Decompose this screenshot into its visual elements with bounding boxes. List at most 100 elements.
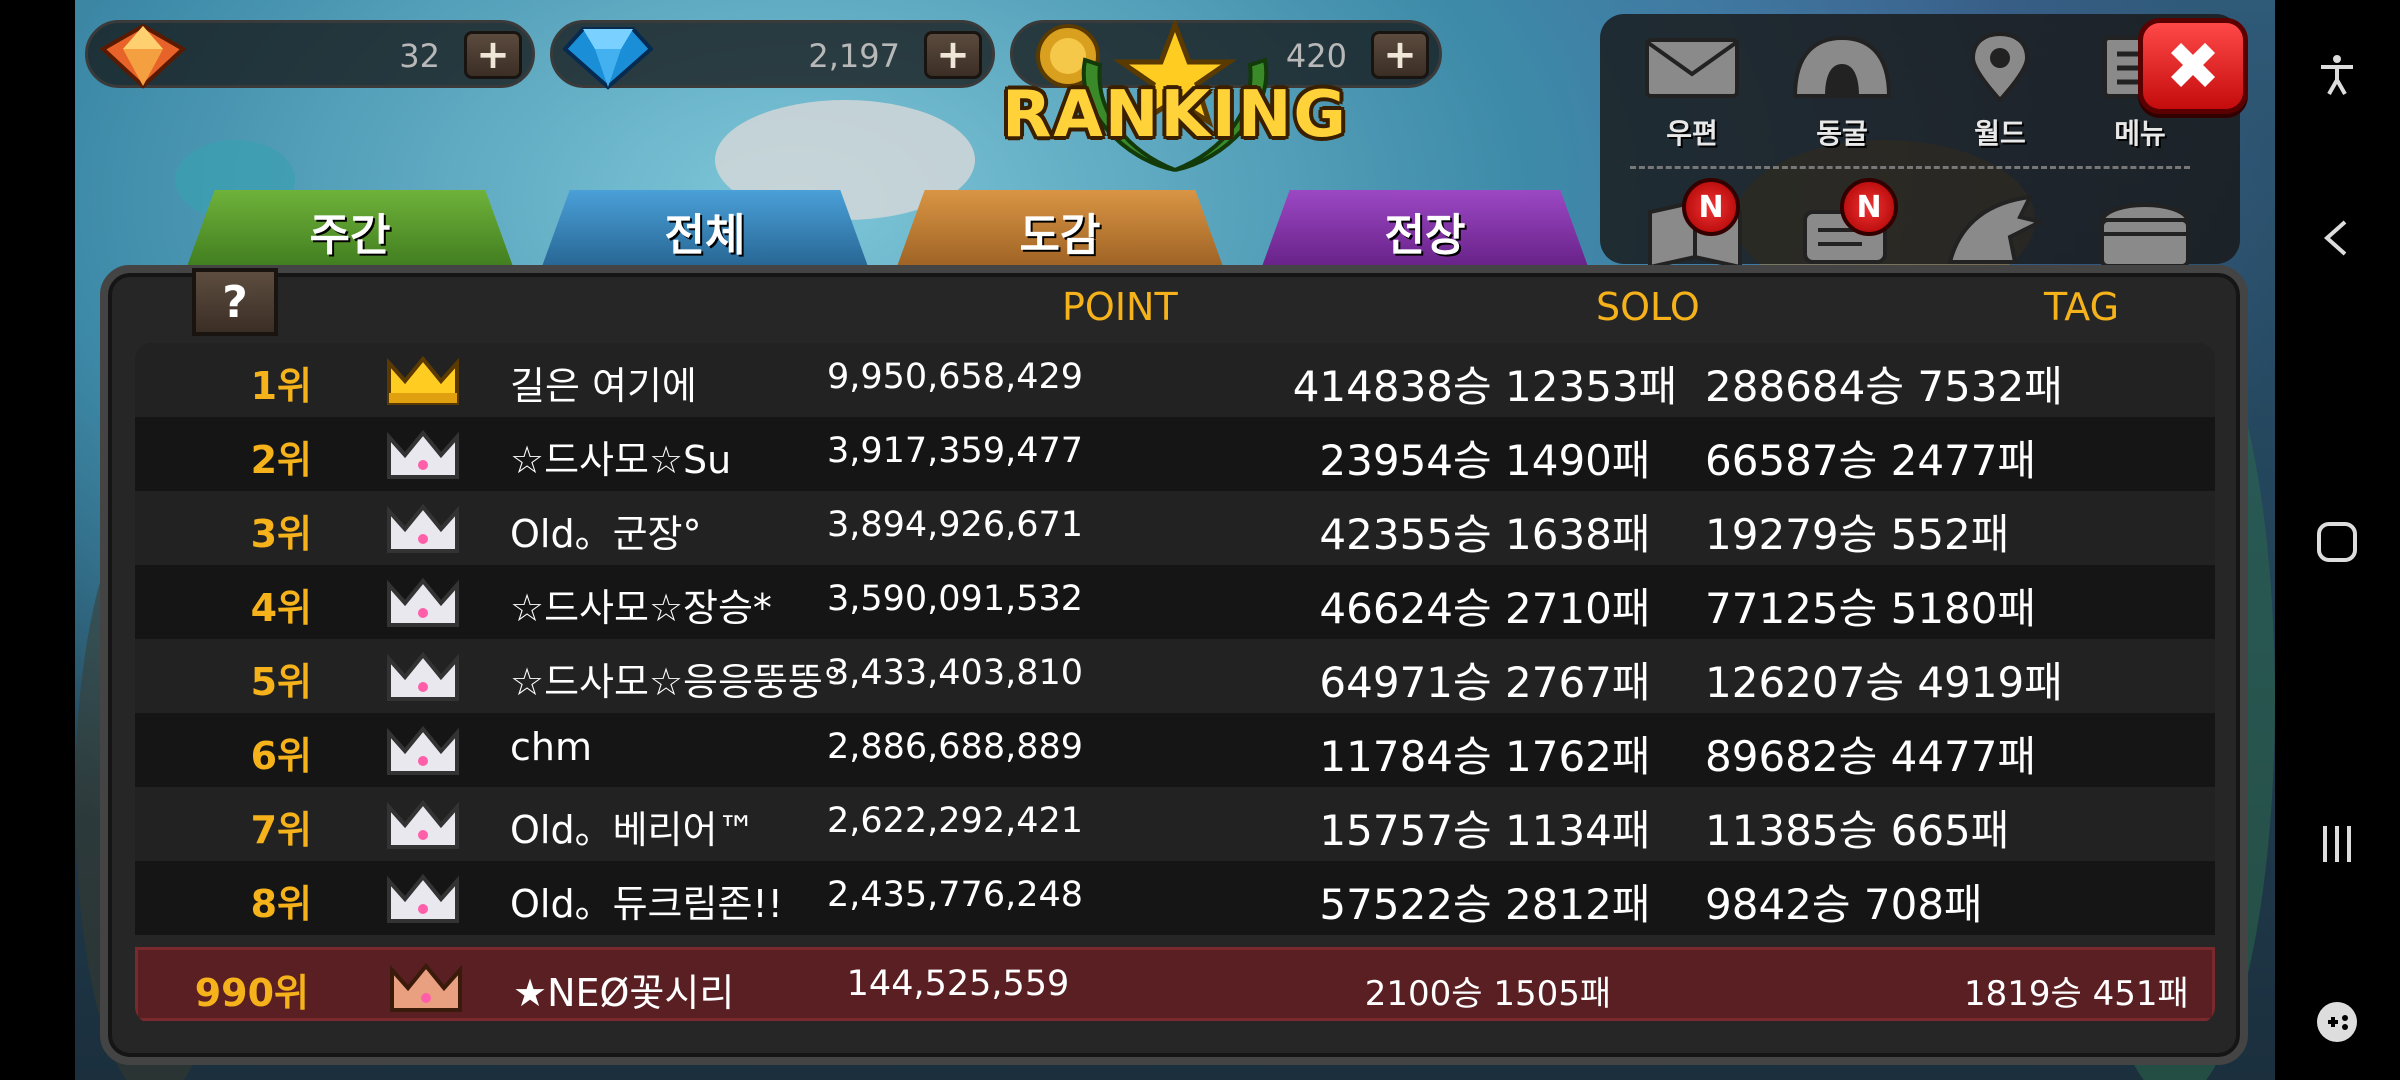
rank-number: 8위: [250, 882, 312, 926]
bronze-crown-icon: [390, 962, 462, 1012]
book-button[interactable]: N: [1640, 178, 1750, 272]
blue-gem-icon: [563, 27, 653, 90]
menu-divider: [1630, 166, 2190, 169]
dragon-button[interactable]: [1940, 182, 2050, 272]
player-point: 2,886,688,889: [826, 727, 1084, 767]
rank-number: 6위: [250, 734, 312, 778]
column-header-tag: TAG: [2044, 285, 2120, 329]
world-pin-icon: [1970, 31, 2030, 104]
player-tag-record: 9842승 708패: [1705, 880, 1983, 929]
player-solo-record: 23954승 1490패: [1319, 436, 1651, 485]
my-rank-number: 990위: [194, 971, 309, 1015]
table-row[interactable]: 3위 Old。군장° 3,894,926,671 42355승 1638패 19…: [135, 491, 2215, 565]
add-blue-gem-button[interactable]: +: [924, 31, 982, 79]
new-badge: N: [1840, 178, 1898, 236]
orange-gem-icon: [99, 23, 187, 89]
home-icon: [2317, 522, 2357, 562]
table-row[interactable]: 2위 ☆드사모☆Su 3,917,359,477 23954승 1490패 66…: [135, 417, 2215, 491]
chest-button[interactable]: [2090, 182, 2200, 272]
silver-crown-icon: [387, 503, 459, 553]
player-point: 3,917,359,477: [826, 431, 1084, 471]
recents-button[interactable]: [2305, 812, 2369, 876]
my-player-point: 144,525,559: [846, 964, 1070, 1004]
player-point: 9,950,658,429: [826, 357, 1084, 397]
world-label: 월드: [1974, 117, 2026, 150]
my-solo-record: 2100승 1505패: [1364, 974, 1612, 1014]
add-orange-gem-button[interactable]: +: [464, 31, 522, 79]
help-button[interactable]: ?: [192, 268, 278, 336]
dragon-icon: [1947, 194, 2046, 264]
column-header-solo: SOLO: [1596, 285, 1700, 329]
player-tag-record: 89682승 4477패: [1705, 732, 2037, 781]
rank-number: 5위: [250, 660, 312, 704]
menu-label: 메뉴: [2114, 117, 2166, 150]
rank-number: 7위: [250, 808, 312, 852]
player-point: 2,622,292,421: [826, 801, 1084, 841]
tab-collection-label: 도감: [1019, 210, 1101, 261]
table-row[interactable]: 4위 ☆드사모☆장승* 3,590,091,532 46624승 2710패 7…: [135, 565, 2215, 639]
mail-label: 우편: [1666, 117, 1718, 150]
rank-number: 4위: [250, 586, 312, 630]
rank-number: 3위: [250, 512, 312, 556]
silver-crown-icon: [387, 873, 459, 923]
close-button[interactable]: ✖: [2138, 18, 2248, 114]
cave-label: 동굴: [1816, 117, 1868, 150]
rank-number: 2위: [250, 438, 312, 482]
cave-icon: [1792, 35, 1892, 98]
tab-weekly[interactable]: 주간: [185, 190, 515, 272]
player-tag-record: 66587승 2477패: [1705, 436, 2037, 485]
table-row[interactable]: 1위 길은 여기에 9,950,658,429 414838승 12353패 2…: [135, 343, 2215, 417]
blue-gem-value: 2,197: [808, 37, 900, 75]
quest-scroll-button[interactable]: N: [1790, 178, 1900, 272]
cave-button[interactable]: 동굴: [1782, 32, 1902, 152]
player-point: 3,590,091,532: [826, 579, 1084, 619]
close-icon: ✖: [2165, 27, 2221, 105]
orange-gem-counter: 32 +: [85, 20, 535, 89]
recents-icon: [2323, 826, 2351, 862]
back-button[interactable]: [2305, 206, 2369, 270]
silver-crown-icon: [387, 429, 459, 479]
add-coin-button[interactable]: +: [1371, 31, 1429, 79]
mail-button[interactable]: 우편: [1632, 32, 1752, 152]
table-row[interactable]: 5위 ☆드사모☆응응뚱뚱° 3,433,403,810 64971승 2767패…: [135, 639, 2215, 713]
player-point: 2,435,776,248: [826, 875, 1084, 915]
player-tag-record: 77125승 5180패: [1705, 584, 2037, 633]
table-row[interactable]: 8위 Old。듀크림존!! 2,435,776,248 57522승 2812패…: [135, 861, 2215, 935]
player-solo-record: 414838승 12353패: [1292, 362, 1678, 411]
player-solo-record: 42355승 1638패: [1319, 510, 1651, 559]
tab-collection[interactable]: 도감: [895, 190, 1225, 272]
silver-crown-icon: [387, 577, 459, 627]
tab-all-label: 전체: [664, 210, 746, 261]
game-tools-button[interactable]: [2305, 990, 2369, 1054]
accessibility-button[interactable]: [2305, 42, 2369, 106]
accessibility-icon: [2321, 55, 2353, 95]
help-icon: ?: [222, 276, 248, 328]
home-button[interactable]: [2305, 510, 2369, 574]
column-header-point: POINT: [1062, 285, 1178, 329]
silver-crown-icon: [387, 651, 459, 701]
player-tag-record: 19279승 552패: [1705, 510, 2010, 559]
silver-crown-icon: [387, 799, 459, 849]
tab-weekly-label: 주간: [309, 210, 391, 261]
system-navigation-bar: [2275, 0, 2400, 1080]
world-button[interactable]: 월드: [1940, 31, 2060, 152]
rank-number: 1위: [250, 364, 312, 408]
ranking-logo: RANKING: [985, 20, 1365, 172]
player-solo-record: 64971승 2767패: [1319, 658, 1651, 707]
my-ranking-row[interactable]: 990위 ★NEØ꽃시리 144,525,559 2100승 1505패 181…: [135, 947, 2215, 1021]
player-point: 3,894,926,671: [826, 505, 1084, 545]
gold-crown-icon: [387, 355, 459, 405]
orange-gem-value: 32: [399, 37, 440, 75]
mail-icon: [1645, 38, 1739, 98]
player-tag-record: 11385승 665패: [1705, 806, 2010, 855]
tab-battlefield-label: 전장: [1384, 210, 1466, 261]
tab-all[interactable]: 전체: [540, 190, 870, 272]
table-row[interactable]: 6위 chm 2,886,688,889 11784승 1762패 89682승…: [135, 713, 2215, 787]
gamepad-icon: [2317, 1002, 2357, 1042]
ranking-table[interactable]: 1위 길은 여기에 9,950,658,429 414838승 12353패 2…: [135, 343, 2215, 1023]
table-row[interactable]: 7위 Old。베리어™ 2,622,292,421 15757승 1134패 1…: [135, 787, 2215, 861]
player-point: 3,433,403,810: [826, 653, 1084, 693]
silver-crown-icon: [387, 725, 459, 775]
tab-battlefield[interactable]: 전장: [1260, 190, 1590, 272]
blue-gem-counter: 2,197 +: [550, 20, 995, 90]
